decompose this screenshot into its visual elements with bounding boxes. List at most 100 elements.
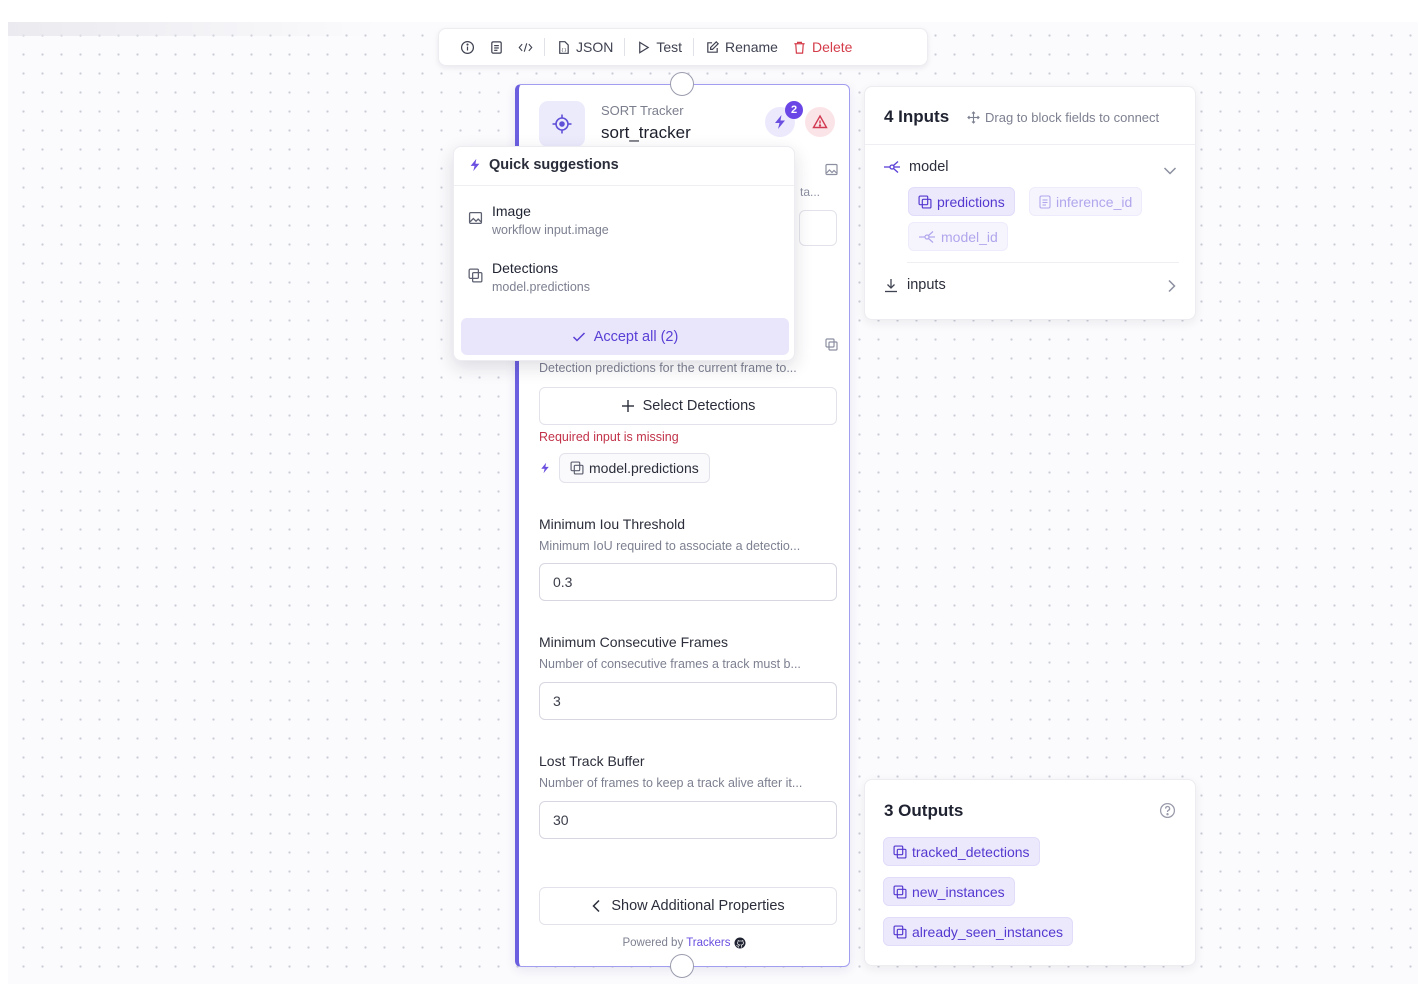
inline-suggestion: model.predictions [539,453,710,483]
image-field-input[interactable] [799,210,837,246]
output-chip-new-instances[interactable]: new_instances [883,877,1015,906]
divider [865,144,1195,145]
suggestion-item-detections[interactable]: Detections model.predictions [466,254,784,300]
input-chip-label: inference_id [1056,193,1133,210]
inputs-hint-text: Drag to block fields to connect [985,110,1160,125]
detections-field-desc: Detection predictions for the current fr… [539,361,797,375]
input-group-label: model [909,159,949,175]
suggestion-source: workflow input.image [492,223,609,237]
detections-icon [918,194,932,209]
suggestion-source: model.predictions [492,280,590,294]
detections-icon [468,268,483,288]
id-icon [1039,194,1051,209]
accept-all-button[interactable]: Accept all (2) [461,318,789,355]
lost-track-buffer-label: Lost Track Buffer [539,753,645,769]
min-iou-desc: Minimum IoU required to associate a dete… [539,539,801,553]
move-icon [967,111,980,124]
play-icon [639,40,650,54]
powered-by-label: Powered by [622,937,684,949]
input-group-model[interactable]: model [883,159,949,175]
inputs-panel: 4 Inputs Drag to block fields to connect… [864,86,1196,320]
docs-button[interactable] [482,34,511,60]
min-consecutive-frames-label: Minimum Consecutive Frames [539,634,729,650]
output-chip-label: new_instances [912,883,1005,900]
input-group-inputs[interactable]: inputs [883,277,946,293]
suggestion-title: Detections [492,260,559,276]
delete-label: Delete [811,39,853,55]
quick-suggestions-popover: Quick suggestions Image workflow input.i… [453,146,795,361]
info-icon [460,40,475,54]
bolt-icon [541,462,549,474]
detections-icon [570,461,584,475]
powered-by: Powered by Trackers [519,937,849,949]
min-iou-input[interactable]: 0.3 [539,563,837,601]
output-chip-label: tracked_detections [912,843,1030,860]
input-chip-model-id[interactable]: model_id [908,222,1008,251]
help-icon[interactable] [1159,802,1176,824]
detections-icon [825,338,838,356]
test-button[interactable]: Test [629,34,689,60]
warning-button[interactable] [805,107,835,137]
suggested-source-chip[interactable]: model.predictions [559,453,710,483]
output-chip-already-seen-instances[interactable]: already_seen_instances [883,917,1073,946]
svg-text:{}: {} [561,47,567,53]
output-chip-label: already_seen_instances [912,923,1063,940]
document-icon [491,40,502,54]
quick-suggestions-title: Quick suggestions [489,157,619,173]
info-button[interactable] [453,34,482,60]
rename-label: Rename [725,39,778,55]
bolt-icon [775,115,785,129]
toolbar-divider [693,38,695,56]
chevron-right-icon[interactable] [1167,279,1177,298]
json-label: JSON [576,39,614,55]
quick-suggestions-header: Quick suggestions [468,157,619,173]
rename-button[interactable]: Rename [698,34,785,60]
toolbar-divider [544,38,545,56]
delete-button[interactable]: Delete [785,34,859,60]
input-chip-predictions[interactable]: predictions [908,187,1015,216]
detections-icon [893,884,907,899]
trackers-link[interactable]: Trackers [686,937,730,949]
detections-icon [893,924,907,939]
accept-all-label: Accept all (2) [593,328,679,345]
node-toolbar: {} JSON Test Rename Delete [438,28,928,66]
chevron-left-icon [592,899,600,913]
github-icon[interactable] [734,937,746,949]
required-input-error: Required input is missing [539,430,679,444]
output-chip-tracked-detections[interactable]: tracked_detections [883,837,1040,866]
outputs-panel: 3 Outputs tracked_detections new_instanc… [864,779,1196,966]
inputs-title: 4 Inputs [884,107,950,126]
divider [454,185,794,186]
node-output-handle[interactable] [670,954,694,978]
inputs-hint: Drag to block fields to connect [967,110,1159,125]
json-button[interactable]: {} JSON [549,34,620,60]
detections-icon [893,844,907,859]
image-icon [468,211,483,230]
input-chip-label: model_id [941,228,998,245]
chevron-down-icon[interactable] [1163,163,1177,181]
min-consecutive-frames-desc: Number of consecutive frames a track mus… [539,657,801,671]
target-icon [539,101,585,147]
code-button[interactable] [511,34,540,60]
trash-icon [794,41,805,54]
show-additional-properties-button[interactable]: Show Additional Properties [539,887,837,925]
code-icon [518,42,533,52]
input-chip-inference-id[interactable]: inference_id [1029,187,1143,216]
select-detections-label: Select Detections [642,398,756,414]
lost-track-buffer-input[interactable]: 30 [539,801,837,839]
divider [907,262,1179,263]
input-group-label: inputs [907,277,946,293]
image-icon [825,163,838,181]
edit-icon [707,40,720,53]
outputs-title: 3 Outputs [884,801,964,820]
canvas-edge-shade [8,22,378,36]
bolt-icon [470,158,480,172]
node-input-handle[interactable] [670,72,694,96]
download-icon [885,278,897,292]
suggestion-count-badge: 2 [785,101,803,119]
select-detections-button[interactable]: Select Detections [539,387,837,425]
min-consecutive-frames-input[interactable]: 3 [539,682,837,720]
toolbar-divider [624,38,626,56]
show-more-label: Show Additional Properties [611,898,785,914]
suggestion-item-image[interactable]: Image workflow input.image [466,197,784,243]
